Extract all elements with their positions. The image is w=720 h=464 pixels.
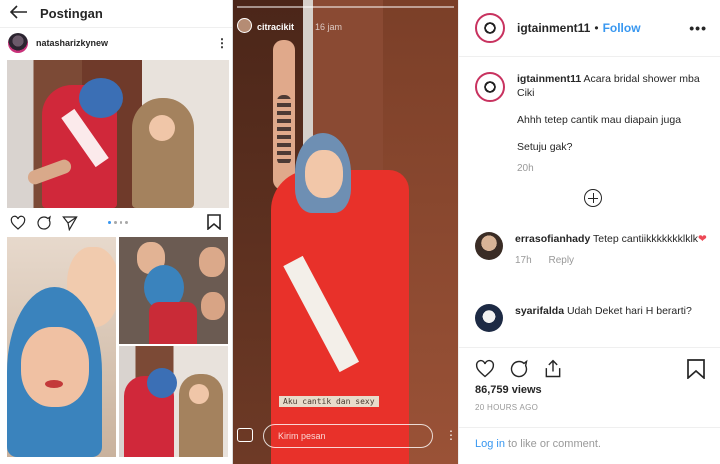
separator-dot: •	[594, 21, 599, 35]
story-image[interactable]: citracikit 16 jam Aku cantik dan sexy Ki…	[233, 0, 458, 464]
caption-author[interactable]: igtainment11	[517, 73, 581, 85]
post-action-row	[475, 358, 707, 380]
comment-item: errasofianhady Tetep cantiikkkkkkklklk❤ …	[475, 232, 711, 268]
grid-image[interactable]	[7, 237, 116, 457]
grid-image[interactable]	[119, 237, 228, 344]
post-username[interactable]: igtainment11	[517, 21, 590, 35]
avatar[interactable]	[475, 13, 505, 43]
comment-time: 17h	[515, 255, 532, 266]
comment-body: Tetep cantiikkkkkkklklk	[593, 233, 699, 245]
bookmark-icon[interactable]	[687, 359, 707, 380]
caption-line: Ahhh tetep cantik mau diapain juga	[517, 114, 682, 126]
story-username[interactable]: citracikit	[257, 22, 294, 32]
post-header-bar: Postingan	[0, 0, 232, 28]
avatar[interactable]	[475, 72, 505, 102]
login-link[interactable]: Log in	[475, 438, 505, 450]
post-author-name[interactable]: natasharizkynew	[36, 38, 108, 48]
send-icon[interactable]	[62, 215, 78, 232]
post-caption: igtainment11 Acara bridal shower mba Cik…	[475, 72, 711, 176]
post-header: igtainment11 • Follow •••	[459, 0, 720, 57]
comment-author[interactable]: syarifalda	[515, 305, 564, 317]
load-more-comments-icon[interactable]	[584, 189, 602, 207]
heart-icon[interactable]	[10, 215, 26, 231]
post-actions-section: 86,759 views 20 HOURS AGO Log in to like…	[459, 347, 720, 464]
comment-text: errasofianhady Tetep cantiikkkkkkklklk❤ …	[515, 232, 707, 268]
heart-icon[interactable]	[475, 359, 495, 379]
camera-icon[interactable]	[237, 428, 253, 442]
comment-author[interactable]: errasofianhady	[515, 233, 590, 245]
caption-time: 20h	[517, 163, 534, 174]
arrow-left-icon[interactable]	[9, 3, 34, 24]
post-timestamp: 20 HOURS AGO	[475, 403, 539, 412]
comment-item: syarifalda Udah Deket hari H berarti?	[475, 304, 711, 332]
caption-line: Setuju gak?	[517, 141, 573, 153]
post-author-row: natasharizkynew ⋮	[8, 33, 228, 53]
post-detail-panel: igtainment11 • Follow ••• igtainment11 A…	[458, 0, 720, 464]
more-options-icon[interactable]: ⋮	[216, 36, 228, 50]
caption-text: igtainment11 Acara bridal shower mba Cik…	[517, 72, 711, 176]
more-options-icon[interactable]: •••	[689, 20, 707, 36]
story-caption: Aku cantik dan sexy	[279, 396, 379, 407]
heart-emoji: ❤	[698, 233, 707, 245]
follow-button[interactable]: Follow	[603, 21, 641, 35]
reply-button[interactable]: Reply	[548, 255, 574, 266]
story-reply-input[interactable]: Kirim pesan	[263, 424, 433, 448]
share-icon[interactable]	[543, 359, 563, 379]
avatar[interactable]	[237, 18, 252, 33]
login-prompt: Log in to like or comment.	[459, 427, 720, 464]
login-prompt-text: to like or comment.	[504, 438, 601, 450]
avatar[interactable]	[475, 232, 503, 260]
comment-icon[interactable]	[36, 215, 52, 231]
comment-text: syarifalda Udah Deket hari H berarti?	[515, 304, 692, 332]
story-progress-bar	[237, 6, 454, 8]
profile-post-collage: Postingan natasharizkynew ⋮	[0, 0, 233, 464]
avatar[interactable]	[8, 33, 28, 53]
comment-body: Udah Deket hari H berarti?	[566, 305, 692, 317]
more-options-icon[interactable]: ⋮	[445, 428, 457, 442]
avatar[interactable]	[475, 304, 503, 332]
post-image[interactable]	[7, 60, 229, 208]
page-title: Postingan	[40, 6, 103, 21]
comment-icon[interactable]	[509, 359, 529, 379]
grid-image[interactable]	[119, 346, 228, 457]
bookmark-icon[interactable]	[207, 214, 223, 231]
view-count[interactable]: 86,759 views	[475, 384, 542, 396]
story-time: 16 jam	[315, 22, 343, 32]
carousel-indicator	[108, 221, 128, 225]
